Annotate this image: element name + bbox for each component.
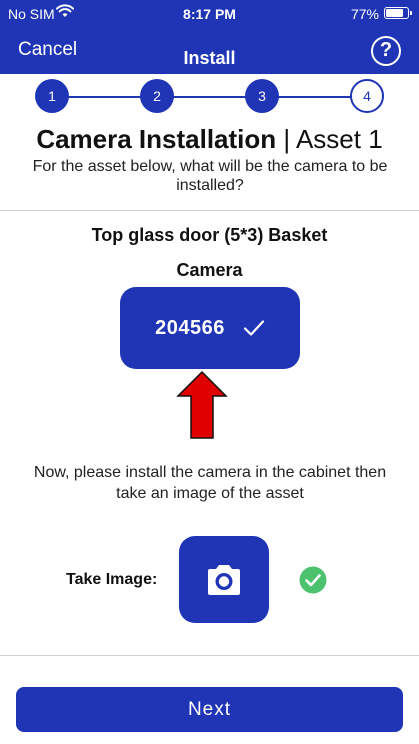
status-bar: No SIM 8:17 PM 77% [0, 0, 419, 28]
progress-stepper: 1 2 3 4 [0, 78, 419, 116]
next-button[interactable]: Next [16, 687, 403, 732]
step-4-current: 4 [350, 79, 384, 113]
battery-percent: 77% [350, 6, 379, 22]
section-title: Camera Installation | Asset 1 [0, 124, 419, 155]
divider-top [0, 210, 419, 211]
top-bar: No SIM 8:17 PM 77% Cancel Install ? [0, 0, 419, 74]
camera-code-button[interactable]: 204566 [120, 287, 300, 369]
success-check-icon [299, 566, 327, 594]
section-subtitle: For the asset below, what will be the ca… [32, 158, 388, 194]
stepper-line [52, 96, 367, 98]
section-title-main: Camera Installation [36, 124, 277, 154]
step-2: 2 [140, 79, 174, 113]
camera-code: 204566 [155, 316, 225, 339]
red-arrow-up-icon [176, 370, 228, 439]
camera-label: Camera [176, 260, 243, 280]
help-icon[interactable]: ? [371, 36, 401, 66]
page-title: Install [183, 48, 236, 68]
divider-bottom [0, 655, 419, 656]
asset-name: Top glass door (5*3) Basket [91, 225, 328, 245]
take-image-label: Take Image: [66, 571, 158, 588]
step-3: 3 [245, 79, 279, 113]
take-image-button[interactable] [179, 536, 269, 623]
camera-icon [208, 564, 240, 595]
section-title-asset: Asset 1 [295, 124, 383, 154]
checkmark-icon [243, 320, 264, 336]
section-title-separator: | [276, 124, 296, 154]
install-instructions: Now, please install the camera in the ca… [33, 464, 387, 502]
step-1: 1 [35, 79, 69, 113]
battery-icon [384, 7, 412, 19]
